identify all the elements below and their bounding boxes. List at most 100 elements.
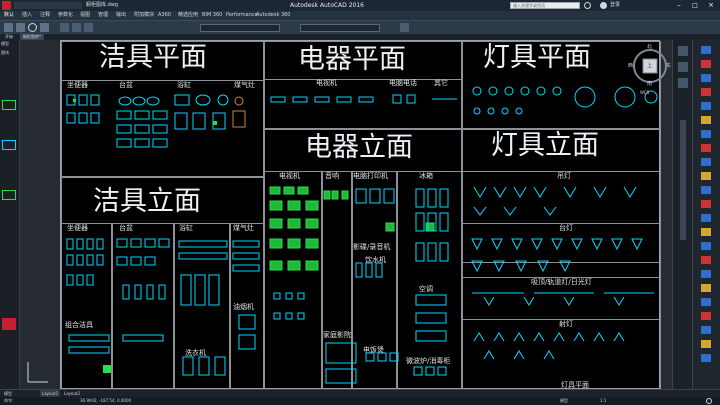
palette-tool-icon[interactable] bbox=[701, 298, 711, 306]
maximize-button[interactable]: □ bbox=[688, 1, 702, 10]
circle-tool-icon[interactable] bbox=[28, 23, 37, 32]
search-input[interactable]: 键入关键字或短语 bbox=[510, 2, 580, 9]
viewcube-south[interactable]: 南 bbox=[647, 80, 652, 87]
tool-palette-right bbox=[692, 40, 720, 389]
pan-icon[interactable] bbox=[678, 46, 688, 56]
properties-dropdown[interactable] bbox=[300, 24, 380, 32]
tab-performance[interactable]: Performance bbox=[226, 11, 258, 20]
palette-tool-icon[interactable] bbox=[701, 312, 711, 320]
search-icon[interactable] bbox=[584, 2, 591, 9]
ribbon-panel bbox=[0, 20, 720, 34]
palette-tool-icon[interactable] bbox=[701, 284, 711, 292]
login-button[interactable]: 登录 bbox=[610, 0, 620, 11]
orbit-icon[interactable] bbox=[678, 78, 688, 88]
label-basin-elev: 台盆 bbox=[119, 224, 133, 232]
tab-autodesk360[interactable]: Autodesk 360 bbox=[256, 11, 291, 20]
tab-view[interactable]: 视图 bbox=[80, 11, 90, 20]
palette-tool-icon[interactable] bbox=[701, 214, 711, 222]
navigation-bar bbox=[672, 40, 692, 389]
label-tv: 电视机 bbox=[316, 79, 337, 87]
model-space-toggle[interactable]: 模型 bbox=[560, 397, 568, 405]
palette-tool-icon[interactable] bbox=[701, 60, 711, 68]
palette-tool-icon[interactable] bbox=[701, 102, 711, 110]
move-tool-icon[interactable] bbox=[60, 23, 69, 32]
drawing-canvas[interactable]: 洁具平面 电器平面 灯具平面 电器立面 灯具立面 洁具立面 坐便器 台盆 浴缸 … bbox=[20, 40, 672, 389]
block-insert-icon[interactable] bbox=[400, 23, 409, 32]
viewcube-north[interactable]: 北 bbox=[647, 43, 652, 50]
layer-dropdown[interactable] bbox=[200, 24, 280, 32]
ribbon-tabs: 默认 插入 注释 参数化 视图 管理 输出 附加模块 A360 精选应用 BIM… bbox=[0, 11, 720, 20]
tab-output[interactable]: 输出 bbox=[116, 11, 126, 20]
label-other: 其它 bbox=[434, 79, 448, 87]
palette-tool-icon[interactable] bbox=[701, 88, 711, 96]
label-pc-printer: 电脑打印机 bbox=[353, 172, 388, 180]
palette-tool-icon[interactable] bbox=[701, 256, 711, 264]
scroll-thumb[interactable] bbox=[680, 120, 686, 240]
tab-annotate[interactable]: 注释 bbox=[40, 11, 50, 20]
palette-tool-icon[interactable] bbox=[701, 270, 711, 278]
wcs-label[interactable]: WCS bbox=[640, 90, 649, 95]
polyline-tool-icon[interactable] bbox=[16, 23, 25, 32]
palette-tool-icon[interactable] bbox=[701, 186, 711, 194]
palette-tool-icon[interactable] bbox=[701, 326, 711, 334]
tab-manage[interactable]: 管理 bbox=[98, 11, 108, 20]
palette-header: 模型 bbox=[1, 41, 9, 46]
tab-addins[interactable]: 附加模块 bbox=[134, 11, 154, 20]
viewcube-top[interactable]: 上 bbox=[647, 62, 652, 69]
title-electric-plan: 电器平面 bbox=[298, 44, 406, 75]
label-chandelier: 吊灯 bbox=[557, 172, 571, 180]
app-title: Autodesk AutoCAD 2016 bbox=[290, 2, 364, 9]
tab-parametric[interactable]: 参数化 bbox=[58, 11, 73, 20]
tab-default[interactable]: 默认 bbox=[4, 11, 14, 20]
palette-tool-icon[interactable] bbox=[701, 74, 711, 82]
palette-thumb[interactable] bbox=[2, 318, 16, 330]
copy-tool-icon[interactable] bbox=[84, 23, 93, 32]
tab-a360[interactable]: A360 bbox=[158, 11, 171, 20]
drawing-sheet: 洁具平面 电器平面 灯具平面 电器立面 灯具立面 洁具立面 坐便器 台盆 浴缸 … bbox=[60, 40, 661, 389]
arc-tool-icon[interactable] bbox=[40, 23, 49, 32]
palette-tool-icon[interactable] bbox=[701, 116, 711, 124]
viewcube-east[interactable]: 东 bbox=[666, 62, 671, 69]
close-button[interactable]: × bbox=[704, 1, 718, 10]
rotate-tool-icon[interactable] bbox=[72, 23, 81, 32]
label-fridge: 冰箱 bbox=[419, 172, 433, 180]
viewcube[interactable]: 北 西 东 南 上 bbox=[628, 43, 671, 87]
palette-thumb[interactable] bbox=[2, 100, 16, 110]
palette-tool-icon[interactable] bbox=[701, 228, 711, 236]
palette-tool-icon[interactable] bbox=[701, 46, 711, 54]
tab-insert[interactable]: 插入 bbox=[22, 11, 32, 20]
palette-thumb[interactable] bbox=[2, 190, 16, 200]
palette-tool-icon[interactable] bbox=[701, 340, 711, 348]
label-tv-elev: 电视机 bbox=[279, 172, 300, 180]
palette-tool-icon[interactable] bbox=[701, 354, 711, 362]
palette-tool-icon[interactable] bbox=[701, 158, 711, 166]
annotation-scale[interactable]: 1:1 bbox=[600, 397, 606, 405]
line-tool-icon[interactable] bbox=[4, 23, 13, 32]
palette-tool-icon[interactable] bbox=[701, 172, 711, 180]
tab-featured-apps[interactable]: 精选应用 bbox=[178, 11, 198, 20]
zoom-icon[interactable] bbox=[678, 62, 688, 72]
label-toilet: 坐便器 bbox=[67, 81, 88, 89]
sanitary-elev-symbols bbox=[66, 238, 260, 376]
user-icon[interactable] bbox=[600, 2, 607, 9]
palette-tool-icon[interactable] bbox=[701, 200, 711, 208]
quick-access-toolbar[interactable] bbox=[14, 2, 82, 9]
title-bar: 橱柜图库.dwg Autodesk AutoCAD 2016 键入关键字或短语 … bbox=[0, 0, 720, 11]
palette-tool-icon[interactable] bbox=[701, 144, 711, 152]
layout-tab-bar: 模型 Layout1 Layout2 bbox=[0, 389, 720, 398]
title-sanitary-elev: 洁具立面 bbox=[93, 186, 201, 217]
viewcube-west[interactable]: 西 bbox=[628, 62, 633, 69]
minimize-button[interactable]: – bbox=[672, 1, 686, 10]
label-basin: 台盆 bbox=[119, 81, 133, 89]
palette-item-blocks[interactable]: 图块 bbox=[1, 50, 9, 56]
app-icon[interactable] bbox=[2, 1, 11, 10]
command-line[interactable]: 命令: 36.9042, -187.54, 0.0000 模型 1:1 bbox=[0, 397, 720, 405]
tool-palette: 模型 图块 bbox=[0, 40, 20, 389]
tab-bim360[interactable]: BIM 360 bbox=[202, 11, 222, 20]
palette-tool-icon[interactable] bbox=[701, 130, 711, 138]
label-lamp-plan-bottom: 灯具平面 bbox=[561, 381, 589, 389]
sanitary-plan-symbols bbox=[66, 94, 246, 148]
settings-icon[interactable] bbox=[706, 398, 712, 404]
palette-thumb[interactable] bbox=[2, 140, 16, 150]
palette-tool-icon[interactable] bbox=[701, 242, 711, 250]
